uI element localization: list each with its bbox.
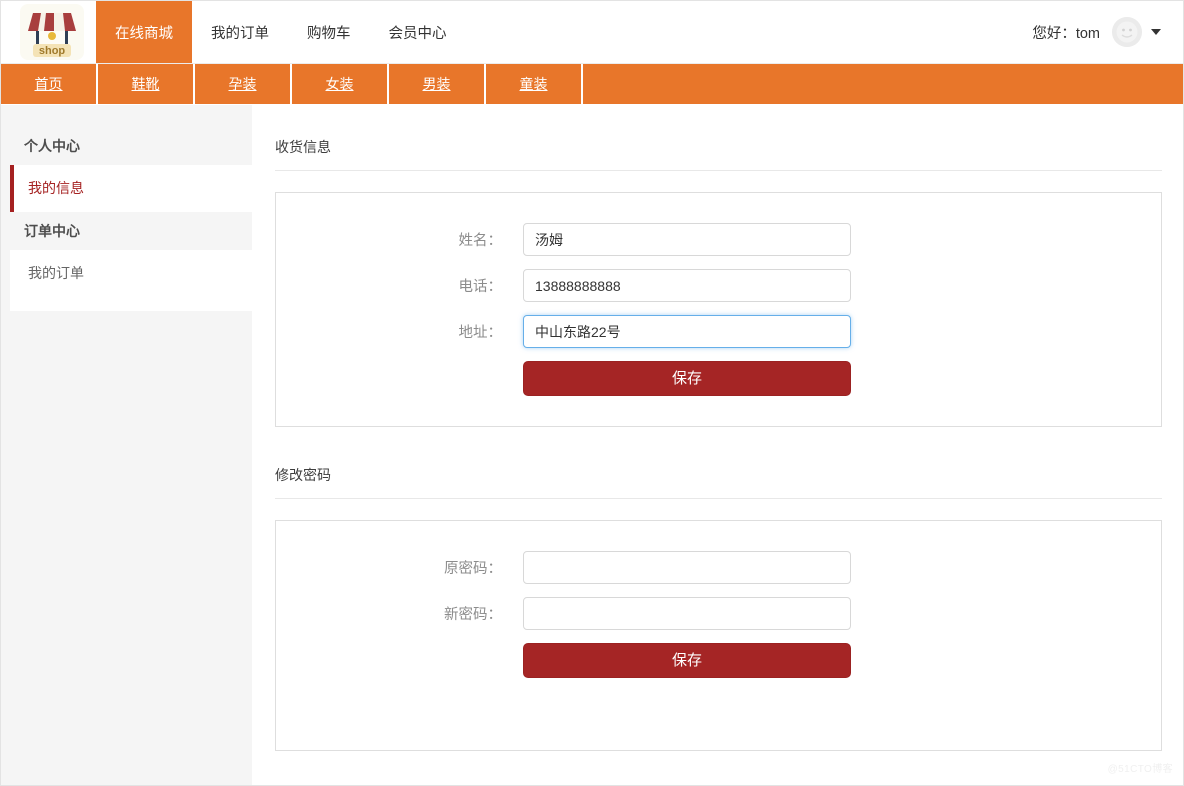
shipping-button-spacer — [276, 361, 523, 396]
user-avatar-icon — [1112, 17, 1142, 47]
cat-item-womenswear[interactable]: 女装 — [292, 64, 389, 104]
input-phone[interactable] — [523, 269, 851, 302]
nav-item-online-store[interactable]: 在线商城 — [96, 1, 192, 63]
password-button-spacer — [276, 643, 523, 678]
category-nav: 首页 鞋靴 孕装 女装 男装 童装 — [1, 64, 1183, 105]
label-old-password: 原密码： — [444, 561, 502, 577]
password-button-row: 保存 — [276, 643, 1161, 678]
user-menu-toggle[interactable] — [1112, 17, 1161, 47]
user-area: 您好：tom — [1032, 1, 1183, 63]
change-password-panel: 原密码： 新密码： 保存 — [275, 520, 1162, 751]
label-address: 地址： — [458, 325, 503, 341]
input-name[interactable] — [523, 223, 851, 256]
shipping-button-row: 保存 — [276, 361, 1161, 396]
label-phone: 电话： — [458, 279, 503, 295]
input-old-password[interactable] — [523, 551, 851, 584]
user-greeting: 您好：tom — [1032, 25, 1100, 42]
save-shipping-button[interactable]: 保存 — [523, 361, 851, 396]
label-name: 姓名： — [458, 233, 503, 249]
sidebar: 个人中心 我的信息 订单中心 我的订单 — [1, 105, 252, 785]
primary-nav: 在线商城 我的订单 购物车 会员中心 — [96, 1, 1032, 63]
cat-item-shoes[interactable]: 鞋靴 — [98, 64, 195, 104]
nav-item-member-center[interactable]: 会员中心 — [370, 1, 466, 63]
body-wrapper: 个人中心 我的信息 订单中心 我的订单 收货信息 姓名： 电话： 地址： — [1, 105, 1183, 785]
site-logo[interactable]: shop — [1, 1, 96, 63]
chevron-down-icon — [1151, 29, 1161, 35]
cat-item-kidswear[interactable]: 童装 — [486, 64, 583, 104]
label-new-password: 新密码： — [444, 607, 502, 623]
app-window: shop 在线商城 我的订单 购物车 会员中心 您好：tom 首页 鞋靴 孕装 … — [0, 0, 1184, 786]
input-address[interactable] — [523, 315, 851, 348]
form-row-old-password: 原密码： — [276, 551, 1161, 584]
sidebar-group-title-personal: 个人中心 — [24, 138, 80, 154]
shop-storefront-icon: shop — [19, 4, 84, 60]
form-row-phone: 电话： — [276, 269, 1161, 302]
watermark: @51CTO博客 — [1107, 764, 1173, 775]
cat-item-menswear[interactable]: 男装 — [389, 64, 486, 104]
svg-text:shop: shop — [38, 45, 65, 57]
sidebar-item-my-orders[interactable]: 我的订单 — [10, 250, 252, 311]
form-row-name: 姓名： — [276, 223, 1161, 256]
cat-item-home[interactable]: 首页 — [1, 64, 98, 104]
section-title-shipping: 收货信息 — [275, 127, 1162, 171]
top-header: shop 在线商城 我的订单 购物车 会员中心 您好：tom — [1, 1, 1183, 64]
nav-item-my-orders[interactable]: 我的订单 — [192, 1, 288, 63]
shipping-info-panel: 姓名： 电话： 地址： 保存 — [275, 192, 1162, 427]
main-content: 收货信息 姓名： 电话： 地址： 保存 — [252, 105, 1183, 785]
nav-item-cart[interactable]: 购物车 — [288, 1, 370, 63]
save-password-button[interactable]: 保存 — [523, 643, 851, 678]
cat-item-maternity[interactable]: 孕装 — [195, 64, 292, 104]
sidebar-group-title-orders: 订单中心 — [24, 223, 80, 239]
form-row-new-password: 新密码： — [276, 597, 1161, 630]
form-row-address: 地址： — [276, 315, 1161, 348]
section-title-password: 修改密码 — [275, 455, 1162, 499]
sidebar-item-my-info[interactable]: 我的信息 — [10, 165, 252, 212]
input-new-password[interactable] — [523, 597, 851, 630]
